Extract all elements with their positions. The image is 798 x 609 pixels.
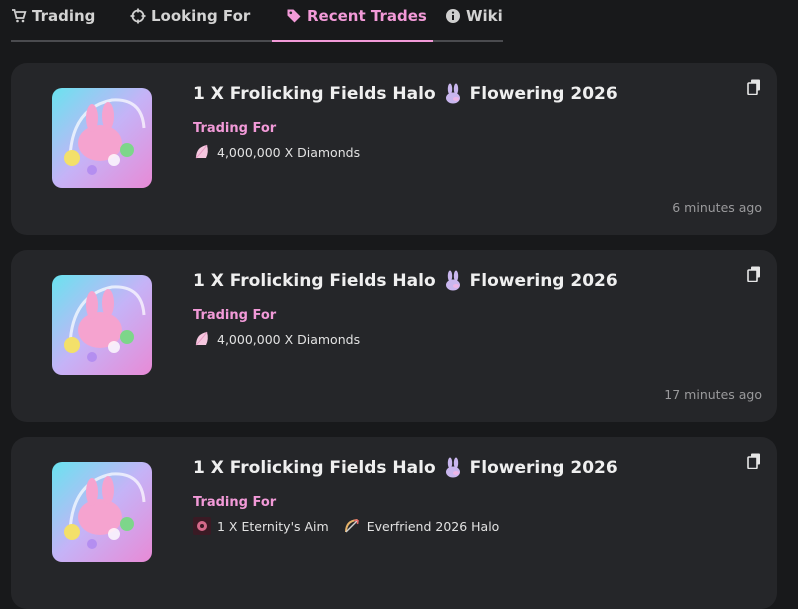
trading-for-label: Trading For <box>193 495 277 510</box>
tag-icon <box>286 8 302 24</box>
timestamp: 6 minutes ago <box>672 200 762 215</box>
item-name: 1 X Frolicking Fields Halo <box>193 458 436 478</box>
tab-label: Wiki <box>466 6 503 25</box>
tab-label: Looking For <box>151 6 251 25</box>
trading-for-label: Trading For <box>193 308 277 323</box>
trade-title: 1 X Frolicking Fields Halo Flowering 202… <box>193 270 618 292</box>
cart-icon <box>11 8 27 24</box>
trade-title: 1 X Frolicking Fields Halo Flowering 202… <box>193 457 618 479</box>
tab-recent-trades[interactable]: Recent Trades <box>272 0 433 42</box>
offer-text: 1 X Eternity's Aim <box>217 518 329 534</box>
tab-trading[interactable]: Trading <box>11 0 130 40</box>
item-thumbnail <box>52 88 152 188</box>
tab-bar: Trading Looking For Recent Trades Wiki <box>11 0 503 42</box>
trade-card[interactable]: 1 X Frolicking Fields Halo Flowering 202… <box>11 437 777 609</box>
event-name: Flowering 2026 <box>469 271 618 291</box>
diamond-icon <box>193 143 211 161</box>
offer-line: 4,000,000 X Diamonds <box>193 330 360 348</box>
bunny-icon <box>442 457 464 479</box>
trade-card[interactable]: 1 X Frolicking Fields Halo Flowering 202… <box>11 250 777 422</box>
offer-line: 1 X Eternity's Aim Everfriend 2026 Halo <box>193 517 499 535</box>
copy-icon[interactable] <box>747 266 761 283</box>
tab-looking-for[interactable]: Looking For <box>130 0 272 40</box>
item-thumbnail <box>52 275 152 375</box>
offer-text: Everfriend 2026 Halo <box>366 518 500 534</box>
item-name: 1 X Frolicking Fields Halo <box>193 271 436 291</box>
offer-line: 4,000,000 X Diamonds <box>193 143 360 161</box>
bunny-icon <box>442 270 464 292</box>
copy-icon[interactable] <box>747 453 761 470</box>
trade-card[interactable]: 1 X Frolicking Fields Halo Flowering 202… <box>11 63 777 235</box>
tab-label: Trading <box>32 6 96 25</box>
crosshair-icon <box>130 8 146 24</box>
offer-text: 4,000,000 X Diamonds <box>217 331 361 347</box>
bunny-icon <box>442 83 464 105</box>
bow-arrow-icon <box>343 517 361 535</box>
item-thumbnail <box>52 462 152 562</box>
copy-icon[interactable] <box>747 79 761 96</box>
diamond-icon <box>193 330 211 348</box>
tab-wiki[interactable]: Wiki <box>433 0 503 40</box>
offer-text: 4,000,000 X Diamonds <box>217 144 361 160</box>
trading-for-label: Trading For <box>193 121 277 136</box>
timestamp: 17 minutes ago <box>664 387 762 402</box>
tab-label: Recent Trades <box>307 6 427 25</box>
event-name: Flowering 2026 <box>469 84 618 104</box>
trade-title: 1 X Frolicking Fields Halo Flowering 202… <box>193 83 618 105</box>
item-name: 1 X Frolicking Fields Halo <box>193 84 436 104</box>
event-name: Flowering 2026 <box>469 458 618 478</box>
info-icon <box>445 8 461 24</box>
eternity-aim-icon <box>193 517 211 535</box>
